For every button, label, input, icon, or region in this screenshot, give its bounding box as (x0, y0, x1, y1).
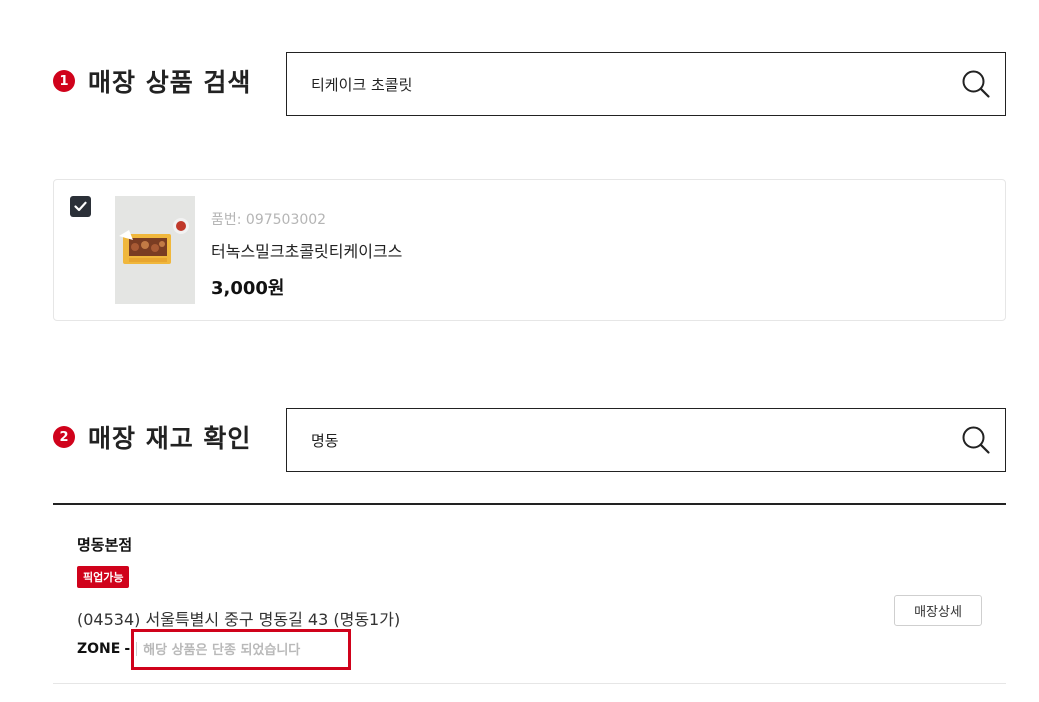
product-code: 품번: 097503002 (211, 212, 327, 228)
zone-label: ZONE (77, 640, 121, 657)
product-image (115, 196, 195, 304)
product-price: 3,000원 (211, 278, 285, 299)
store-address: (04534) 서울특별시 중구 명동길 43 (명동1가) (77, 610, 401, 629)
pickup-badge: 픽업가능 (77, 566, 130, 588)
divider (53, 503, 1006, 505)
store-search-box (286, 408, 1006, 472)
store-detail-button[interactable]: 매장상세 (894, 595, 982, 626)
product-card: 품번: 097503002 터녹스밀크초콜릿티케이크스 3,000원 (53, 179, 1006, 321)
search-icon[interactable] (961, 425, 991, 455)
check-icon (74, 201, 87, 212)
store-search-input[interactable] (311, 409, 931, 471)
section-title: 매장 상품 검색 (88, 68, 252, 97)
search-icon[interactable] (961, 69, 991, 99)
zone-divider (136, 641, 138, 656)
product-search-box (286, 52, 1006, 116)
product-search-input[interactable] (311, 53, 931, 115)
section-store-product-search: 1 매장 상품 검색 (53, 63, 251, 99)
discontinued-message: 해당 상품은 단종 되었습니다 (143, 643, 301, 658)
zone-row: ZONE - 해당 상품은 단종 되었습니다 (77, 639, 301, 659)
store-name: 명동본점 (77, 536, 133, 554)
section-title: 매장 재고 확인 (88, 424, 252, 453)
product-thumbnail[interactable] (115, 196, 195, 304)
page: 1 매장 상품 검색 티케이크 초콜릿 품번: 097503002 터녹스밀크초… (0, 0, 1039, 702)
divider (53, 683, 1006, 684)
product-checkbox[interactable] (70, 196, 91, 217)
product-info: 품번: 097503002 터녹스밀크초콜릿티케이크스 3,000원 (211, 209, 402, 300)
step-number-2: 2 (53, 426, 75, 448)
product-name[interactable]: 터녹스밀크초콜릿티케이크스 (211, 238, 402, 262)
section-store-stock-check: 2 매장 재고 확인 (53, 419, 251, 455)
zone-separator: - (124, 640, 131, 657)
step-number-1: 1 (53, 70, 75, 92)
